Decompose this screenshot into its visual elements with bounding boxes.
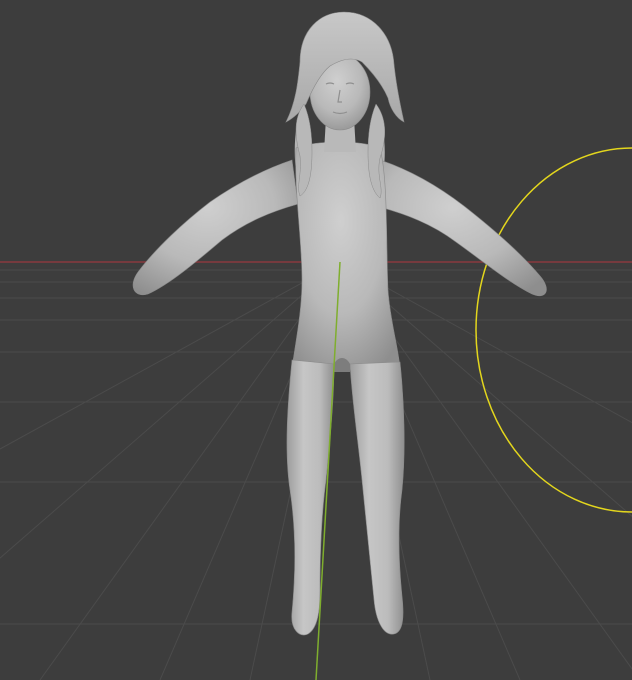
character-mesh[interactable] <box>132 11 547 636</box>
left-arm <box>132 159 299 296</box>
light-gizmo-arc[interactable] <box>475 147 632 513</box>
right-leg <box>349 361 405 635</box>
right-arm <box>375 159 547 296</box>
3d-viewport[interactable] <box>0 0 632 680</box>
